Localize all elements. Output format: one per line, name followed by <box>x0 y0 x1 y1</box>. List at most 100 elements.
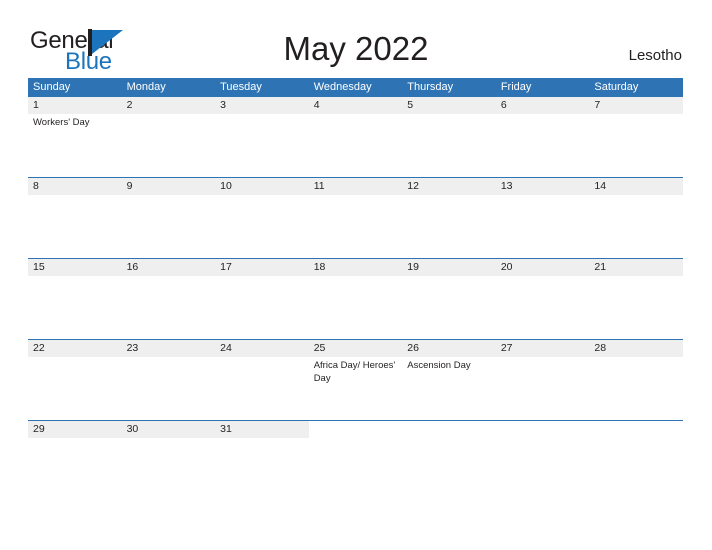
day-number: 18 <box>313 261 326 273</box>
page-header: General Blue May 2022 Lesotho <box>0 0 712 78</box>
day-cell[interactable]: 5 <box>402 97 496 177</box>
day-number: 27 <box>500 342 513 354</box>
day-number-band <box>496 421 590 438</box>
day-cell[interactable]: 8 <box>28 178 122 258</box>
day-number-band <box>121 97 216 114</box>
day-cell-empty <box>402 421 496 501</box>
day-cell[interactable]: 25 Africa Day/ Heroes' Day <box>308 340 403 420</box>
day-cell[interactable]: 4 <box>308 97 403 177</box>
day-number-band <box>28 178 122 195</box>
day-number-band <box>308 97 403 114</box>
day-cell[interactable]: 29 <box>28 421 122 501</box>
day-number-band <box>589 421 683 438</box>
day-number: 11 <box>313 180 325 192</box>
day-number-band <box>215 97 309 114</box>
day-number: 8 <box>33 180 39 192</box>
weekday-wednesday: Wednesday <box>313 81 372 93</box>
day-cell[interactable]: 17 <box>215 259 309 339</box>
day-number: 20 <box>500 261 513 273</box>
day-number: 3 <box>220 99 226 111</box>
day-number: 7 <box>594 99 601 111</box>
day-cell[interactable]: 14 <box>589 178 683 258</box>
day-cell[interactable]: 18 <box>308 259 403 339</box>
day-number-band <box>309 421 403 438</box>
day-cell[interactable]: 2 <box>121 97 216 177</box>
day-cell[interactable]: 28 <box>589 340 683 420</box>
day-cell-empty <box>496 421 590 501</box>
day-number: 25 <box>313 342 326 354</box>
weekday-tuesday: Tuesday <box>220 81 262 93</box>
day-cell[interactable]: 27 <box>495 340 590 420</box>
day-cell[interactable]: 15 <box>28 259 122 339</box>
day-cell[interactable]: 26 Ascension Day <box>402 340 496 420</box>
day-cell[interactable]: 20 <box>495 259 590 339</box>
holiday-label: Africa Day/ Heroes' Day <box>313 360 396 384</box>
calendar-grid: Sunday Monday Tuesday Wednesday Thursday… <box>28 78 683 501</box>
country-label: Lesotho <box>628 47 682 64</box>
day-cell[interactable]: 23 <box>121 340 216 420</box>
day-number: 21 <box>594 261 607 273</box>
day-cell-empty <box>309 421 403 501</box>
day-cell[interactable]: 6 <box>495 97 590 177</box>
day-number: 29 <box>33 423 45 435</box>
day-cell[interactable]: 22 <box>28 340 122 420</box>
day-cell[interactable]: 7 <box>589 97 683 177</box>
weekday-saturday: Saturday <box>594 81 639 93</box>
day-number: 10 <box>220 180 232 192</box>
day-number: 1 <box>33 99 39 111</box>
week-row: 29 30 31 <box>28 420 683 501</box>
day-number-band <box>402 97 496 114</box>
day-cell[interactable]: 19 <box>402 259 496 339</box>
day-number: 28 <box>594 342 607 354</box>
calendar-page: General Blue May 2022 Lesotho Sunday Mon… <box>0 0 712 550</box>
day-cell[interactable]: 11 <box>308 178 403 258</box>
day-number: 4 <box>313 99 320 111</box>
day-cell[interactable]: 13 <box>495 178 590 258</box>
week-row: 22 23 24 25 Africa Day/ Heroes' Day 26 A… <box>28 339 683 420</box>
day-cell[interactable]: 12 <box>402 178 496 258</box>
holiday-label: Ascension Day <box>407 360 471 371</box>
day-number: 9 <box>126 180 133 192</box>
day-number: 12 <box>407 180 419 192</box>
day-number: 2 <box>126 99 133 111</box>
day-number: 15 <box>33 261 45 273</box>
day-number: 6 <box>500 99 507 111</box>
day-number-band <box>121 178 216 195</box>
day-number: 19 <box>407 261 419 273</box>
day-cell[interactable]: 9 <box>121 178 216 258</box>
day-cell[interactable]: 1 Workers' Day <box>28 97 122 177</box>
week-row: 1 Workers' Day 2 3 4 5 6 7 <box>28 96 683 177</box>
page-title: May 2022 <box>283 30 429 67</box>
day-cell[interactable]: 21 <box>589 259 683 339</box>
day-cell[interactable]: 3 <box>215 97 309 177</box>
day-number: 5 <box>407 99 414 111</box>
weekday-friday: Friday <box>500 81 532 93</box>
day-number: 23 <box>126 342 139 354</box>
day-number: 16 <box>126 261 139 273</box>
day-cell[interactable]: 24 <box>215 340 309 420</box>
day-number: 17 <box>220 261 232 273</box>
day-number: 14 <box>594 180 607 192</box>
day-cell[interactable]: 30 <box>121 421 216 501</box>
day-number: 24 <box>220 342 232 354</box>
day-cell-empty <box>589 421 683 501</box>
day-cell[interactable]: 16 <box>121 259 216 339</box>
day-number: 22 <box>33 342 45 354</box>
day-number-band <box>589 97 683 114</box>
day-cell[interactable]: 10 <box>215 178 309 258</box>
day-cell[interactable]: 31 <box>215 421 309 501</box>
weekday-thursday: Thursday <box>407 81 454 93</box>
week-row: 15 16 17 18 19 20 21 <box>28 258 683 339</box>
day-number-band <box>28 97 122 114</box>
weekday-monday: Monday <box>126 81 166 93</box>
week-row: 8 9 10 11 12 13 14 <box>28 177 683 258</box>
day-number-band <box>495 97 590 114</box>
day-number: 31 <box>220 423 232 435</box>
day-number: 30 <box>126 423 139 435</box>
day-number: 13 <box>500 180 513 192</box>
weekday-sunday: Sunday <box>33 81 71 93</box>
day-number-band <box>402 421 496 438</box>
weekday-header-row: Sunday Monday Tuesday Wednesday Thursday… <box>28 78 683 96</box>
holiday-label: Workers' Day <box>33 117 90 128</box>
day-number: 26 <box>407 342 419 354</box>
